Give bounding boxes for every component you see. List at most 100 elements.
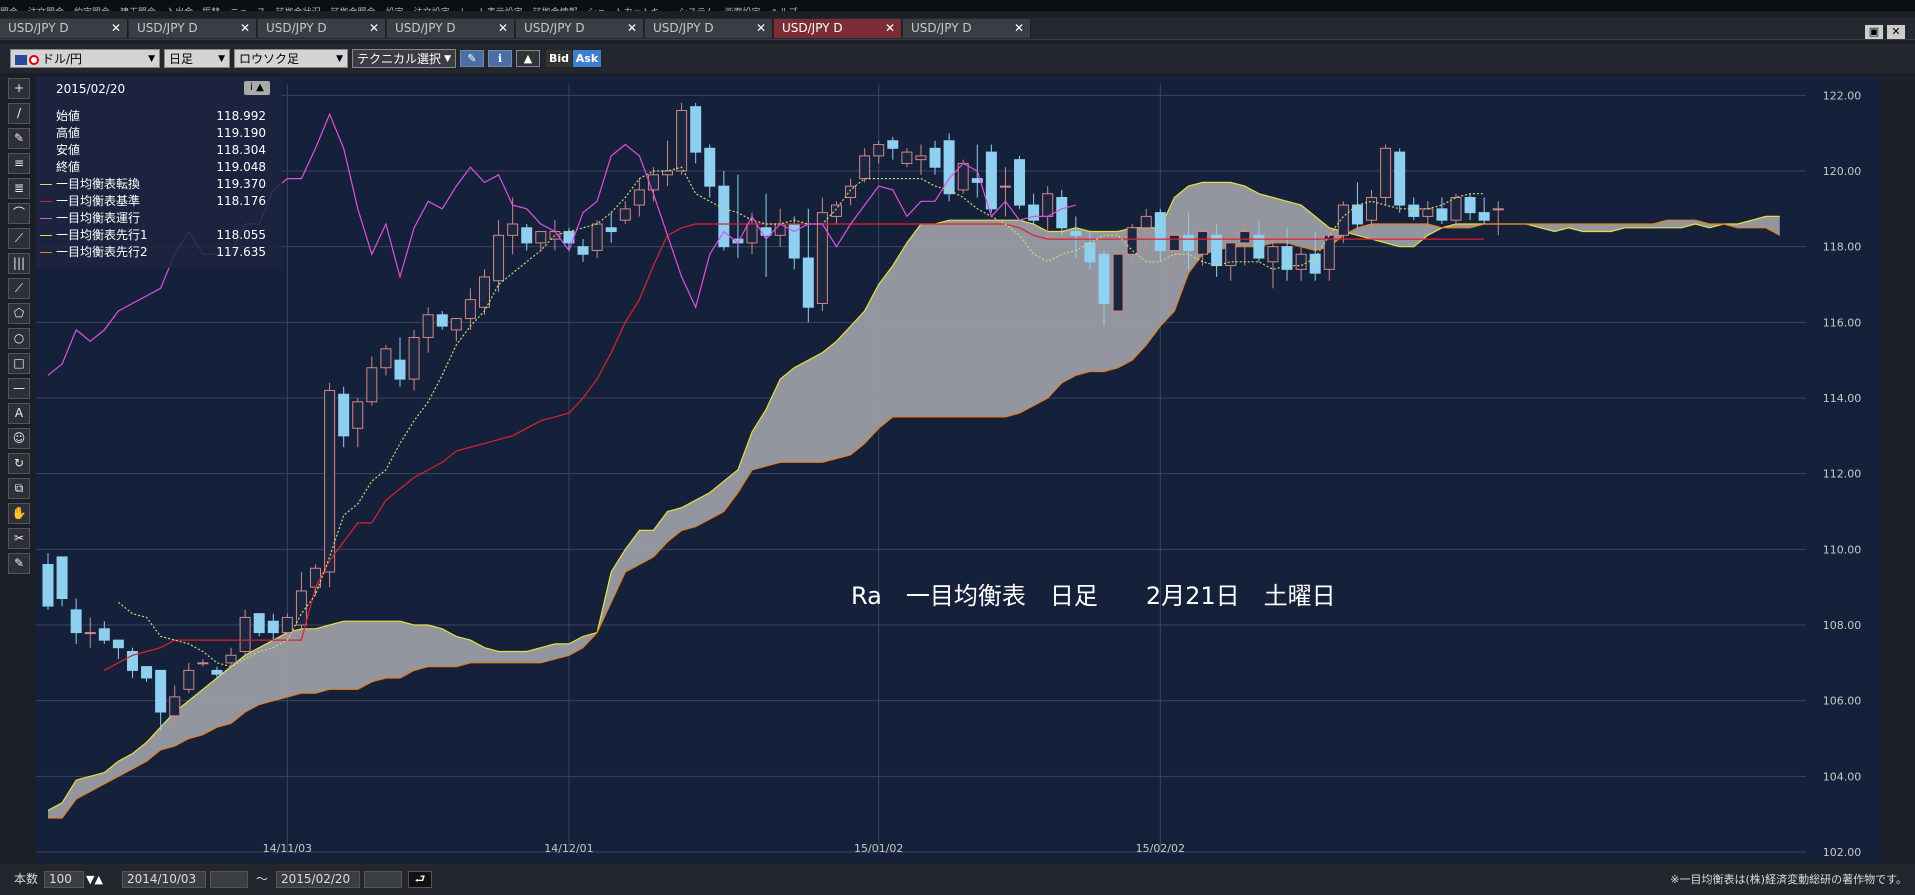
chart-tab[interactable]: USD/JPY D ✕ — [387, 19, 515, 38]
candle-body — [84, 632, 96, 635]
ichimoku-chart[interactable]: 102.00 104.00 106.00 108.00 110.00 112.00 114.… — [36, 76, 1880, 862]
close-icon[interactable]: ✕ — [756, 19, 766, 38]
candle-body — [1366, 196, 1378, 221]
chart-type-select[interactable]: ロウソク足 ▼ — [234, 49, 348, 68]
redo-icon[interactable]: ↻ — [8, 453, 30, 474]
menu-item[interactable]: 証拠金状況 — [276, 8, 321, 11]
currency-pair-select[interactable]: ドル/円 ▼ — [10, 49, 160, 68]
close-icon[interactable]: ✕ — [111, 19, 121, 38]
candle-body — [1267, 246, 1279, 263]
y-tick-label: 106.00 — [1823, 695, 1862, 708]
chart-tab[interactable]: USD/JPY D ✕ — [0, 19, 128, 38]
menu-item[interactable]: 建玉照会 — [120, 8, 156, 11]
x-tick-label: 15/02/02 — [1136, 842, 1185, 855]
vertical-lines-icon[interactable]: ||| — [8, 253, 30, 274]
candle-body — [183, 669, 195, 690]
menu-item[interactable]: 設定 — [386, 8, 404, 11]
crosshair-icon[interactable]: + — [8, 78, 30, 99]
close-icon[interactable]: ✕ — [498, 19, 508, 38]
fib-lines-icon[interactable]: ≣ — [8, 178, 30, 199]
end-time-input[interactable] — [364, 871, 402, 888]
chart-tab[interactable]: USD/JPY D ✕ — [645, 19, 773, 38]
chart-tab[interactable]: USD/JPY D ✕ — [774, 19, 902, 38]
chart-annotation: Ra 一目均衡表 日足 2月21日 土曜日 — [851, 582, 1336, 610]
copy-icon[interactable]: ⧉ — [8, 478, 30, 499]
chart-tab[interactable]: USD/JPY D ✕ — [516, 19, 644, 38]
candle-body — [1211, 234, 1223, 267]
close-icon[interactable]: ✕ — [885, 19, 895, 38]
x-tick-label: 15/01/02 — [854, 842, 903, 855]
channel-icon[interactable]: ⟋ — [8, 278, 30, 299]
candle-body — [1182, 234, 1194, 251]
rectangle-icon[interactable]: □ — [8, 353, 30, 374]
menu-item[interactable]: 照会 — [0, 8, 18, 11]
info-row: 一目均衡表先行1 118.055 — [36, 227, 282, 243]
info-value: 118.304 — [216, 143, 266, 157]
bid-button[interactable]: Bid — [546, 50, 572, 67]
menu-item[interactable]: ニュース — [230, 8, 266, 11]
eraser-icon[interactable]: ✎ — [8, 553, 30, 574]
pen-tool-button[interactable]: ✎ — [460, 50, 484, 67]
circle-icon[interactable]: ○ — [8, 328, 30, 349]
menu-item[interactable]: 注文照会 — [28, 8, 64, 11]
restore-button[interactable]: ▣ — [1865, 25, 1883, 39]
chart-tab[interactable]: USD/JPY D ✕ — [903, 19, 1031, 38]
candle-body — [1070, 231, 1082, 236]
menu-item[interactable]: 注文設定 — [414, 8, 450, 11]
hline-icon[interactable]: — — [8, 378, 30, 399]
candle-body — [830, 204, 842, 217]
candle-body — [1492, 208, 1504, 211]
menu-item[interactable]: 約定照会 — [74, 8, 110, 11]
menu-item[interactable]: システム — [679, 8, 715, 11]
chart-area[interactable]: 102.00 104.00 106.00 108.00 110.00 112.00 114.… — [36, 76, 1880, 862]
start-time-input[interactable] — [210, 871, 248, 888]
candle-body — [352, 401, 364, 429]
chart-tab[interactable]: USD/JPY D ✕ — [258, 19, 386, 38]
pentagon-icon[interactable]: ⬠ — [8, 303, 30, 324]
start-date-input[interactable]: 2014/10/03 — [122, 871, 206, 888]
candle-body — [56, 556, 68, 600]
return-icon[interactable]: ⮐ — [408, 871, 432, 888]
info-button[interactable]: ℹ — [488, 50, 512, 67]
menu-item[interactable]: 入出金・振替 — [166, 8, 220, 11]
mountain-chart-button[interactable]: ▲ — [516, 50, 540, 67]
candle-body — [450, 318, 462, 331]
technical-select[interactable]: テクニカル選択 ▼ — [352, 49, 456, 68]
info-date: 2015/02/20 — [56, 82, 126, 96]
window-buttons: ▣ ✕ — [1861, 20, 1905, 39]
legend-swatch — [40, 235, 52, 236]
line-icon[interactable]: / — [8, 103, 30, 124]
close-icon[interactable]: ✕ — [240, 19, 250, 38]
menu-item[interactable]: 証拠金情報 — [533, 8, 578, 11]
candle-body — [1112, 253, 1124, 312]
menu-item[interactable]: 証拠金照会 — [331, 8, 376, 11]
ask-button[interactable]: Ask — [573, 50, 601, 67]
text-icon[interactable]: A — [8, 403, 30, 424]
close-icon[interactable]: ✕ — [1014, 19, 1024, 38]
candle-body — [816, 212, 828, 304]
pencil-icon[interactable]: ✎ — [8, 128, 30, 149]
stamp-icon[interactable]: ☺ — [8, 428, 30, 449]
arc-icon[interactable]: ⌒ — [8, 203, 30, 224]
hand-icon[interactable]: ✋ — [8, 503, 30, 524]
legend-swatch — [40, 218, 52, 219]
chart-tab[interactable]: USD/JPY D ✕ — [129, 19, 257, 38]
close-icon[interactable]: ✕ — [369, 19, 379, 38]
close-icon[interactable]: ✕ — [627, 19, 637, 38]
bars-input[interactable]: 100 — [44, 871, 84, 888]
horizontal-lines-icon[interactable]: ≡ — [8, 153, 30, 174]
close-button[interactable]: ✕ — [1887, 25, 1905, 39]
trend-icon[interactable]: ⟋ — [8, 228, 30, 249]
period-select[interactable]: 日足 ▼ — [164, 49, 230, 68]
scissors-icon[interactable]: ✂ — [8, 528, 30, 549]
candle-body — [802, 257, 814, 308]
menu-item[interactable]: ヘルプ — [771, 8, 798, 11]
menu-item[interactable]: 画面設定 — [724, 8, 760, 11]
bottom-bar: 本数 100 ▼▲ 2014/10/03 ～ 2015/02/20 ⮐ ※一目均… — [0, 864, 1915, 895]
end-date-input[interactable]: 2015/02/20 — [276, 871, 360, 888]
menu-item[interactable]: レート表示設定 — [460, 8, 523, 11]
info-toggle-button[interactable]: i ▲ — [244, 81, 270, 95]
menu-item[interactable]: ショートカットキー — [588, 8, 669, 11]
bars-stepper[interactable]: ▼▲ — [86, 871, 103, 888]
info-value: 119.370 — [216, 177, 266, 191]
